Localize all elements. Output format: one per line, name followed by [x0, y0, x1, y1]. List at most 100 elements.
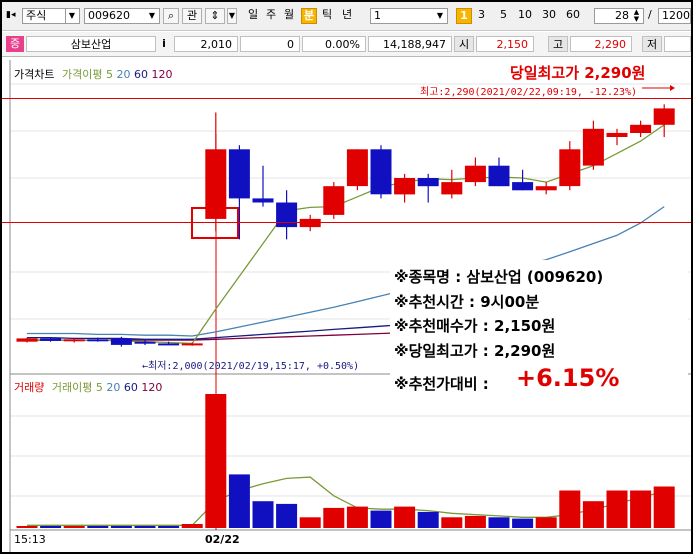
- spinner-icon[interactable]: ▲ ▼: [631, 9, 642, 23]
- volume-bar: [346, 506, 368, 528]
- max-price-note: 최고:2,290(2021/02/22,09:19, -12.23%): [420, 87, 638, 98]
- interval-60-button[interactable]: 60: [566, 8, 582, 24]
- price-legend-ma5: 5: [105, 68, 113, 81]
- open-label: 시: [454, 36, 474, 52]
- candle-up: [181, 343, 203, 346]
- period-tick[interactable]: 틱: [322, 8, 336, 24]
- volume-bar: [87, 526, 109, 528]
- updown-icon[interactable]: ⇕: [205, 8, 225, 24]
- min-price-text: 최저:2,000(2021/02/19,15:17, +0.50%): [148, 361, 360, 372]
- chevron-down-icon[interactable]: ▼: [65, 9, 78, 23]
- candle-down: [134, 341, 156, 344]
- annotation-buy-price: ※추천매수가 : 2,150원: [394, 317, 556, 335]
- candle-down: [488, 165, 510, 187]
- candle-down: [252, 198, 274, 203]
- price-legend-ma: 가격이평: [61, 68, 103, 81]
- candle-up: [63, 339, 85, 342]
- candle-up: [441, 182, 463, 195]
- chevron-down-icon[interactable]: ▼: [146, 9, 158, 23]
- search-icon: ⌕: [167, 9, 175, 22]
- market-select[interactable]: 주식 ▼: [22, 8, 80, 24]
- chevron-down-icon[interactable]: ▼: [227, 8, 237, 24]
- volume-legend-title: 거래량: [14, 381, 45, 394]
- volume-bar: [252, 501, 274, 528]
- stock-code-value: 009620: [88, 9, 130, 22]
- volume-legend-ma: 거래이평: [51, 381, 93, 394]
- volume-bar: [582, 501, 604, 528]
- stock-name: 삼보산업: [26, 36, 156, 52]
- volume-bar: [464, 515, 486, 528]
- change-rate: 0.00%: [302, 36, 366, 52]
- period-year[interactable]: 년: [342, 8, 356, 24]
- candle-down: [276, 202, 298, 228]
- candle-down: [370, 149, 392, 195]
- volume-bar: [559, 490, 581, 528]
- candle-up: [299, 218, 321, 228]
- interval-3-button[interactable]: 3: [478, 8, 488, 24]
- min-price-note: ←최저:2,000(2021/02/19,15:17, +0.50%): [142, 357, 359, 372]
- volume-bar: [276, 503, 298, 528]
- candle-up: [464, 165, 486, 183]
- candle-down: [228, 149, 250, 199]
- annotation-ratio-value: +6.15%: [516, 364, 620, 392]
- interval-1-button[interactable]: 1: [456, 8, 472, 24]
- open-price: 2,150: [476, 36, 534, 52]
- volume-legend-ma120: 120: [141, 381, 163, 394]
- price-legend-ma20: 20: [116, 68, 131, 81]
- candle-up: [606, 132, 628, 137]
- bar-chart-icon[interactable]: ▮◂: [6, 8, 20, 24]
- candle-down: [417, 178, 439, 187]
- bar-count-value: 28: [615, 9, 629, 22]
- price-legend: 가격차트 가격이평 5 20 60 120: [14, 66, 172, 82]
- period-week[interactable]: 주: [266, 8, 280, 24]
- interval-select[interactable]: 1 ▼: [370, 8, 448, 24]
- price-legend-ma120: 120: [151, 68, 173, 81]
- chevron-down-icon[interactable]: ▼: [434, 9, 446, 23]
- interval-value: 1: [374, 9, 381, 22]
- low-price: [664, 36, 691, 52]
- toolbar: ▮◂ 주식 ▼ 009620 ▼ ⌕ 관 ⇕ ▼ 일 주 월 분 틱 년 1 ▼…: [2, 2, 691, 31]
- period-month[interactable]: 월: [284, 8, 298, 24]
- high-label: 고: [548, 36, 568, 52]
- candle-up: [16, 338, 38, 342]
- stock-code-input[interactable]: 009620 ▼: [84, 8, 160, 24]
- period-day[interactable]: 일: [248, 8, 262, 24]
- volume-bar: [158, 526, 180, 528]
- volume-bar: [535, 517, 557, 528]
- total-bars-input[interactable]: 1200: [658, 8, 691, 24]
- candle-up: [323, 186, 345, 215]
- volume-bar: [323, 507, 345, 528]
- volume-legend-ma60: 60: [123, 381, 138, 394]
- chart-window: ▮◂ 주식 ▼ 009620 ▼ ⌕ 관 ⇕ ▼ 일 주 월 분 틱 년 1 ▼…: [2, 2, 691, 552]
- volume-bar: [630, 490, 652, 528]
- info-button[interactable]: i: [158, 36, 170, 52]
- watchlist-button[interactable]: 관: [182, 8, 202, 24]
- candle-up: [630, 124, 652, 133]
- price-change: 0: [240, 36, 300, 52]
- volume-bar: [653, 486, 675, 528]
- volume-bar: [205, 394, 227, 528]
- interval-30-button[interactable]: 30: [542, 8, 558, 24]
- low-label: 저: [642, 36, 662, 52]
- recommendation-annotation: ※종목명 : 삼보산업 (009620) ※추천시간 : 9시00분 ※추천매수…: [390, 260, 688, 408]
- volume-bar: [417, 511, 439, 528]
- volume-bar: [181, 524, 203, 528]
- slash-separator: /: [648, 8, 652, 21]
- bar-count-input[interactable]: 28 ▲ ▼: [594, 8, 644, 24]
- interval-10-button[interactable]: 10: [518, 8, 534, 24]
- period-minute[interactable]: 분: [301, 8, 317, 24]
- volume-bar: [512, 518, 534, 528]
- candle-down: [40, 338, 62, 341]
- price-legend-title: 가격차트: [14, 68, 55, 81]
- candle-up: [582, 128, 604, 166]
- time-axis-start: 15:13: [14, 533, 46, 546]
- volume-bar: [134, 526, 156, 528]
- candle-down: [512, 182, 534, 191]
- annotation-time: ※추천시간 : 9시00분: [394, 293, 540, 311]
- volume-bar: [63, 526, 85, 528]
- volume-bar: [394, 506, 416, 528]
- search-button[interactable]: ⌕: [163, 8, 179, 24]
- candle-up: [535, 186, 557, 191]
- annotation-ratio-label: ※추천가대비 :: [394, 375, 489, 393]
- interval-5-button[interactable]: 5: [500, 8, 510, 24]
